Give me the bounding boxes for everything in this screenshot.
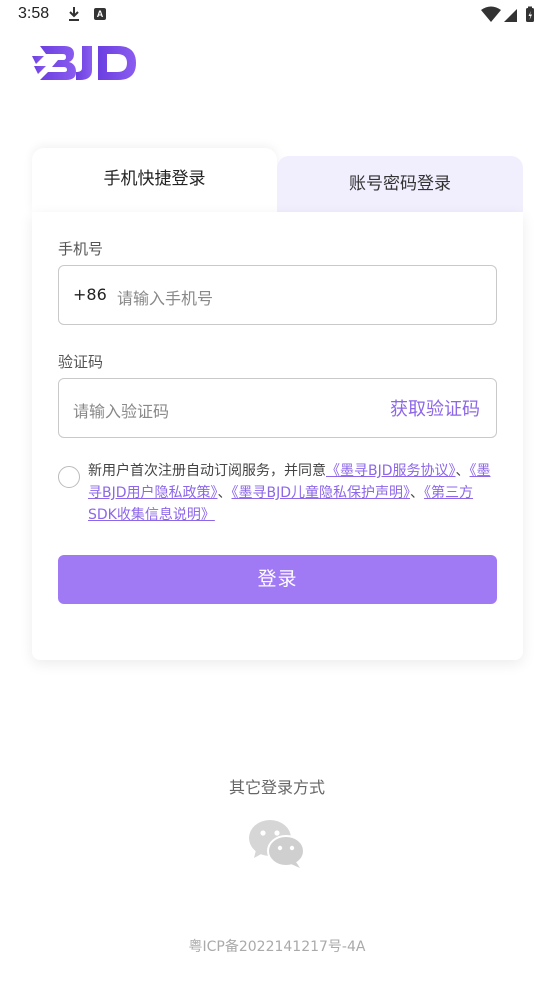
icp-license: 粤ICP备2022141217号-4A xyxy=(188,939,366,955)
login-button[interactable]: 登录 xyxy=(58,555,497,604)
status-time: 3:58 xyxy=(18,5,50,22)
separator: 、 xyxy=(410,485,425,501)
country-code[interactable]: +86 xyxy=(73,285,107,304)
code-input[interactable]: 请输入验证码 xyxy=(73,398,169,422)
battery-icon xyxy=(526,6,534,22)
status-bar: 3:58 A xyxy=(0,0,554,30)
bjd-logo xyxy=(30,42,140,84)
separator: 、 xyxy=(217,485,232,501)
signal-icon xyxy=(504,9,517,22)
service-agreement-link[interactable]: 《墨寻BJD服务协议》 xyxy=(326,463,456,479)
agree-checkbox[interactable] xyxy=(58,466,80,488)
phone-input[interactable]: 请输入手机号 xyxy=(117,285,213,309)
tab-quick-login[interactable]: 手机快捷登录 xyxy=(32,148,277,212)
agreement-prefix: 新用户首次注册自动订阅服务，并同意 xyxy=(88,463,326,479)
login-form-panel: 手机号 +86 请输入手机号 验证码 请输入验证码 获取验证码 新用户首次注册自… xyxy=(32,212,523,660)
status-indicators xyxy=(480,6,538,28)
phone-label: 手机号 xyxy=(58,240,104,258)
other-login-title: 其它登录方式 xyxy=(228,778,325,797)
wifi-icon xyxy=(481,6,501,22)
a-badge-icon: A xyxy=(94,8,106,20)
wechat-login-icon[interactable] xyxy=(248,818,306,870)
download-icon xyxy=(66,6,82,26)
tab-password-login[interactable]: 账号密码登录 xyxy=(277,156,523,212)
code-label: 验证码 xyxy=(58,353,104,371)
code-field[interactable]: 请输入验证码 获取验证码 xyxy=(58,378,497,438)
child-privacy-link[interactable]: 《墨寻BJD儿童隐私保护声明》 xyxy=(232,485,411,501)
login-card: 手机快捷登录 账号密码登录 手机号 +86 请输入手机号 验证码 请输入验证码 … xyxy=(32,148,523,660)
separator: 、 xyxy=(455,463,470,479)
agreement-text: 新用户首次注册自动订阅服务，并同意《墨寻BJD服务协议》、《墨寻BJD用户隐私政… xyxy=(88,460,500,526)
phone-field[interactable]: +86 请输入手机号 xyxy=(58,265,497,325)
get-code-button[interactable]: 获取验证码 xyxy=(390,395,480,421)
